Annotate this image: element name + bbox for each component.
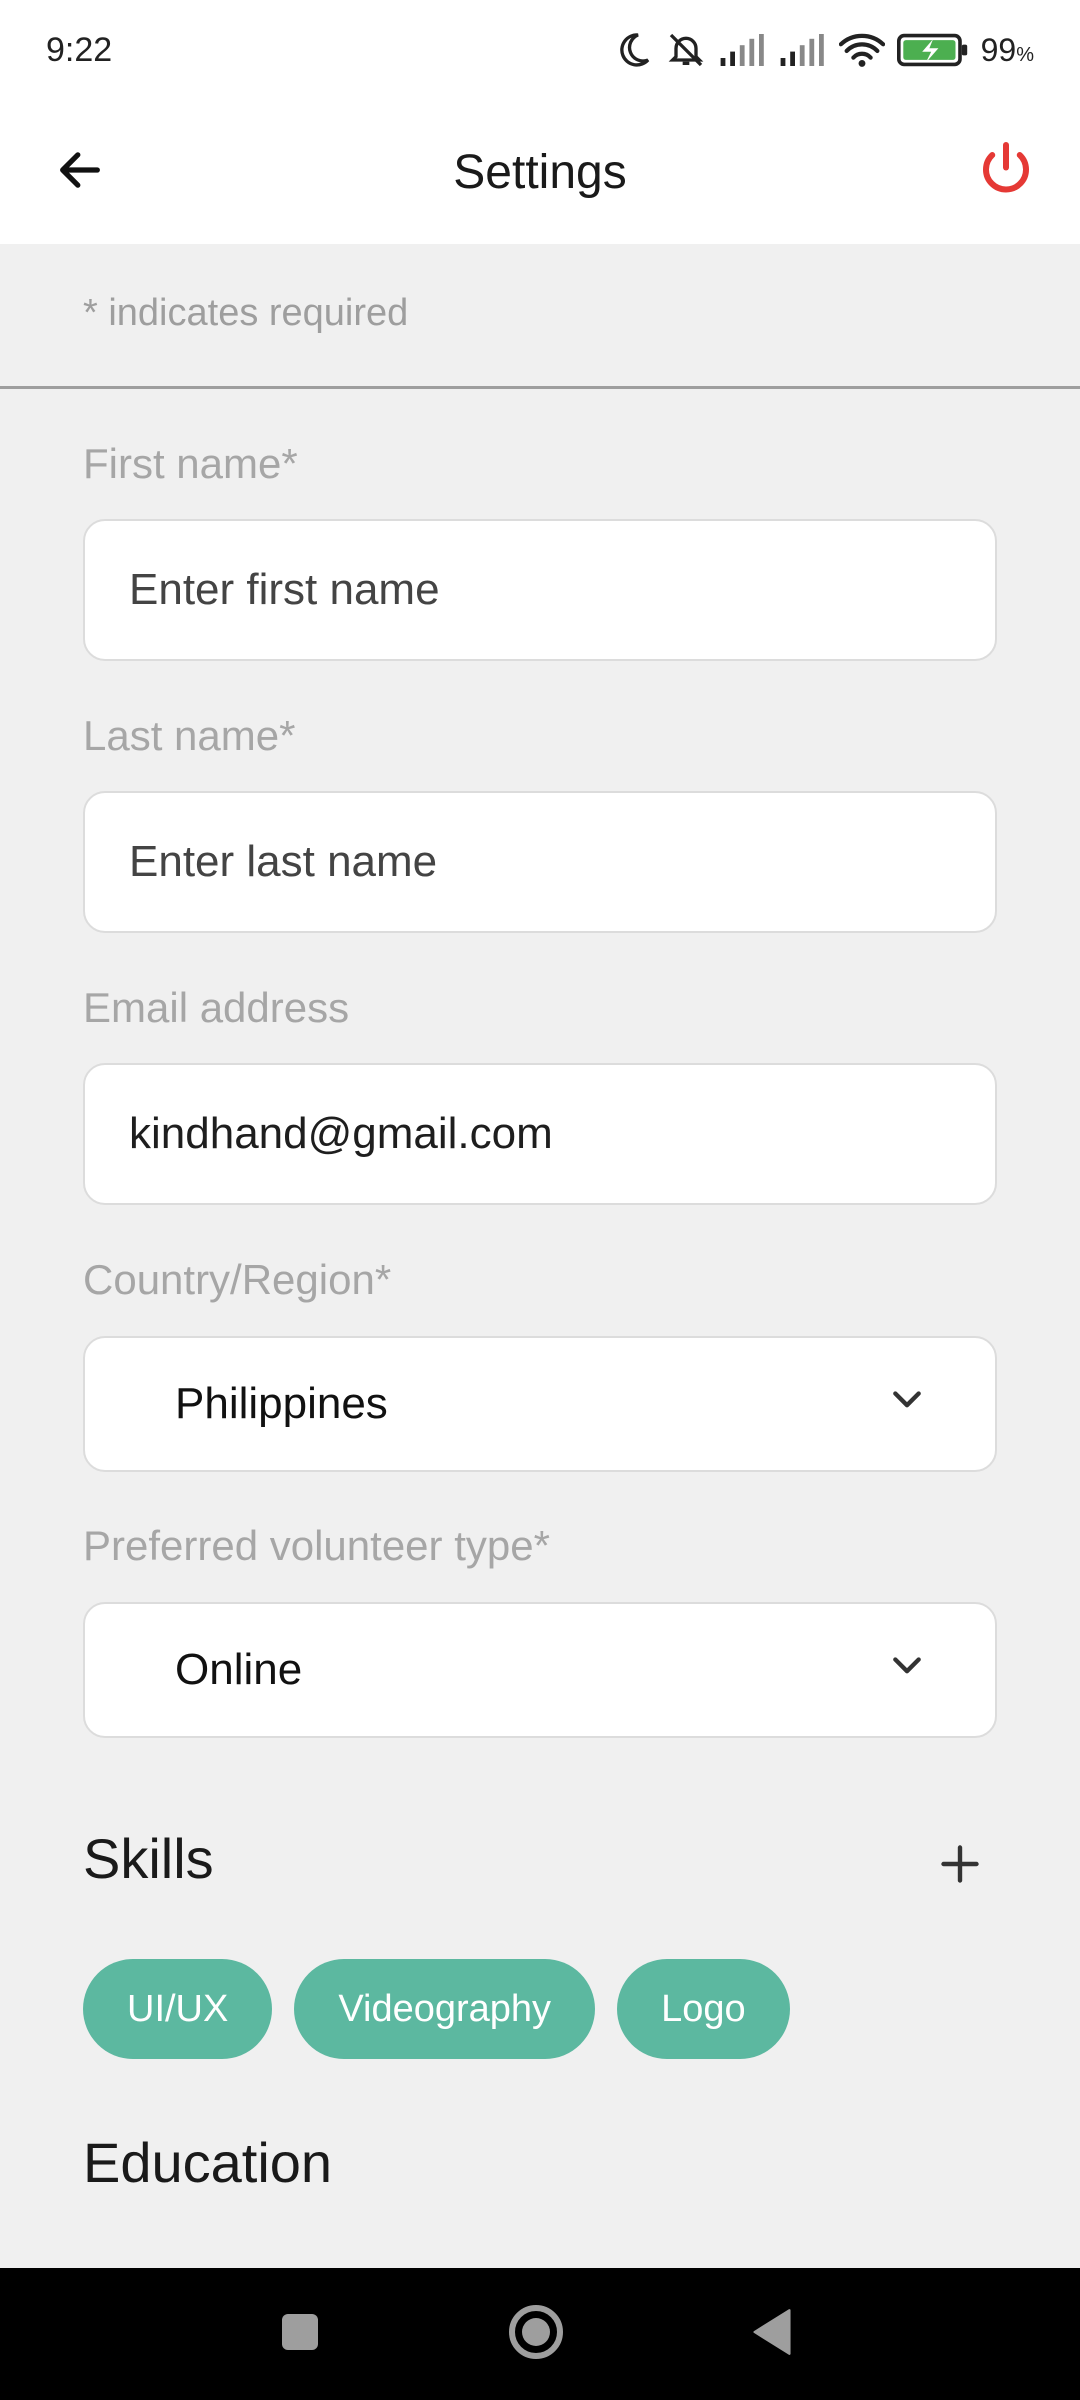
back-triangle-icon bbox=[750, 2308, 794, 2361]
required-note: * indicates required bbox=[83, 292, 409, 334]
bell-muted-icon bbox=[665, 30, 707, 70]
power-icon bbox=[976, 140, 1036, 205]
recents-button[interactable] bbox=[240, 2268, 360, 2400]
country-selected-value: Philippines bbox=[175, 1379, 388, 1428]
status-bar: 9:22 99% bbox=[0, 0, 1080, 100]
chevron-down-icon bbox=[887, 1645, 927, 1696]
education-heading: Education bbox=[83, 2131, 333, 2194]
status-icons: 99% bbox=[613, 30, 1034, 70]
email-field[interactable]: kindhand@gmail.com bbox=[83, 1063, 997, 1205]
signal-icon bbox=[719, 33, 767, 67]
home-button[interactable] bbox=[476, 2268, 596, 2400]
first-name-field[interactable]: Enter first name bbox=[83, 519, 997, 661]
home-circle-icon bbox=[508, 2304, 564, 2365]
country-label: Country/Region* bbox=[83, 1256, 392, 1303]
volunteer-type-selected-value: Online bbox=[175, 1645, 303, 1694]
skill-chip[interactable]: Logo bbox=[617, 1959, 790, 2059]
battery-charging-icon bbox=[896, 33, 969, 67]
skills-chips: UI/UX Videography Logo bbox=[83, 1959, 790, 2059]
system-nav-bar bbox=[0, 2268, 1080, 2400]
skills-heading: Skills bbox=[83, 1827, 214, 1890]
divider bbox=[0, 386, 1080, 389]
skill-chip[interactable]: UI/UX bbox=[83, 1959, 273, 2059]
status-time: 9:22 bbox=[46, 30, 113, 69]
back-button[interactable] bbox=[48, 140, 112, 204]
add-skill-button[interactable] bbox=[928, 1834, 992, 1898]
battery-percent: 99% bbox=[980, 31, 1034, 68]
settings-screen: 9:22 99% Settings * indicates required F… bbox=[0, 0, 1080, 2400]
skill-chip[interactable]: Videography bbox=[294, 1959, 596, 2059]
last-name-label: Last name* bbox=[83, 712, 296, 759]
first-name-label: First name* bbox=[83, 440, 298, 487]
plus-icon bbox=[938, 1842, 982, 1891]
square-icon bbox=[280, 2312, 320, 2357]
page-title: Settings bbox=[453, 145, 627, 199]
app-bar: Settings bbox=[0, 100, 1080, 244]
chevron-down-icon bbox=[887, 1379, 927, 1430]
moon-icon bbox=[613, 30, 653, 70]
wifi-icon bbox=[838, 32, 885, 68]
volunteer-type-select[interactable]: Online bbox=[83, 1602, 997, 1738]
volunteer-type-label: Preferred volunteer type* bbox=[83, 1522, 550, 1569]
signal-icon bbox=[779, 33, 827, 67]
logout-button[interactable] bbox=[972, 138, 1040, 206]
back-nav-button[interactable] bbox=[712, 2268, 832, 2400]
email-label: Email address bbox=[83, 984, 350, 1031]
country-select[interactable]: Philippines bbox=[83, 1336, 997, 1472]
last-name-field[interactable]: Enter last name bbox=[83, 791, 997, 933]
arrow-left-icon bbox=[54, 144, 106, 201]
